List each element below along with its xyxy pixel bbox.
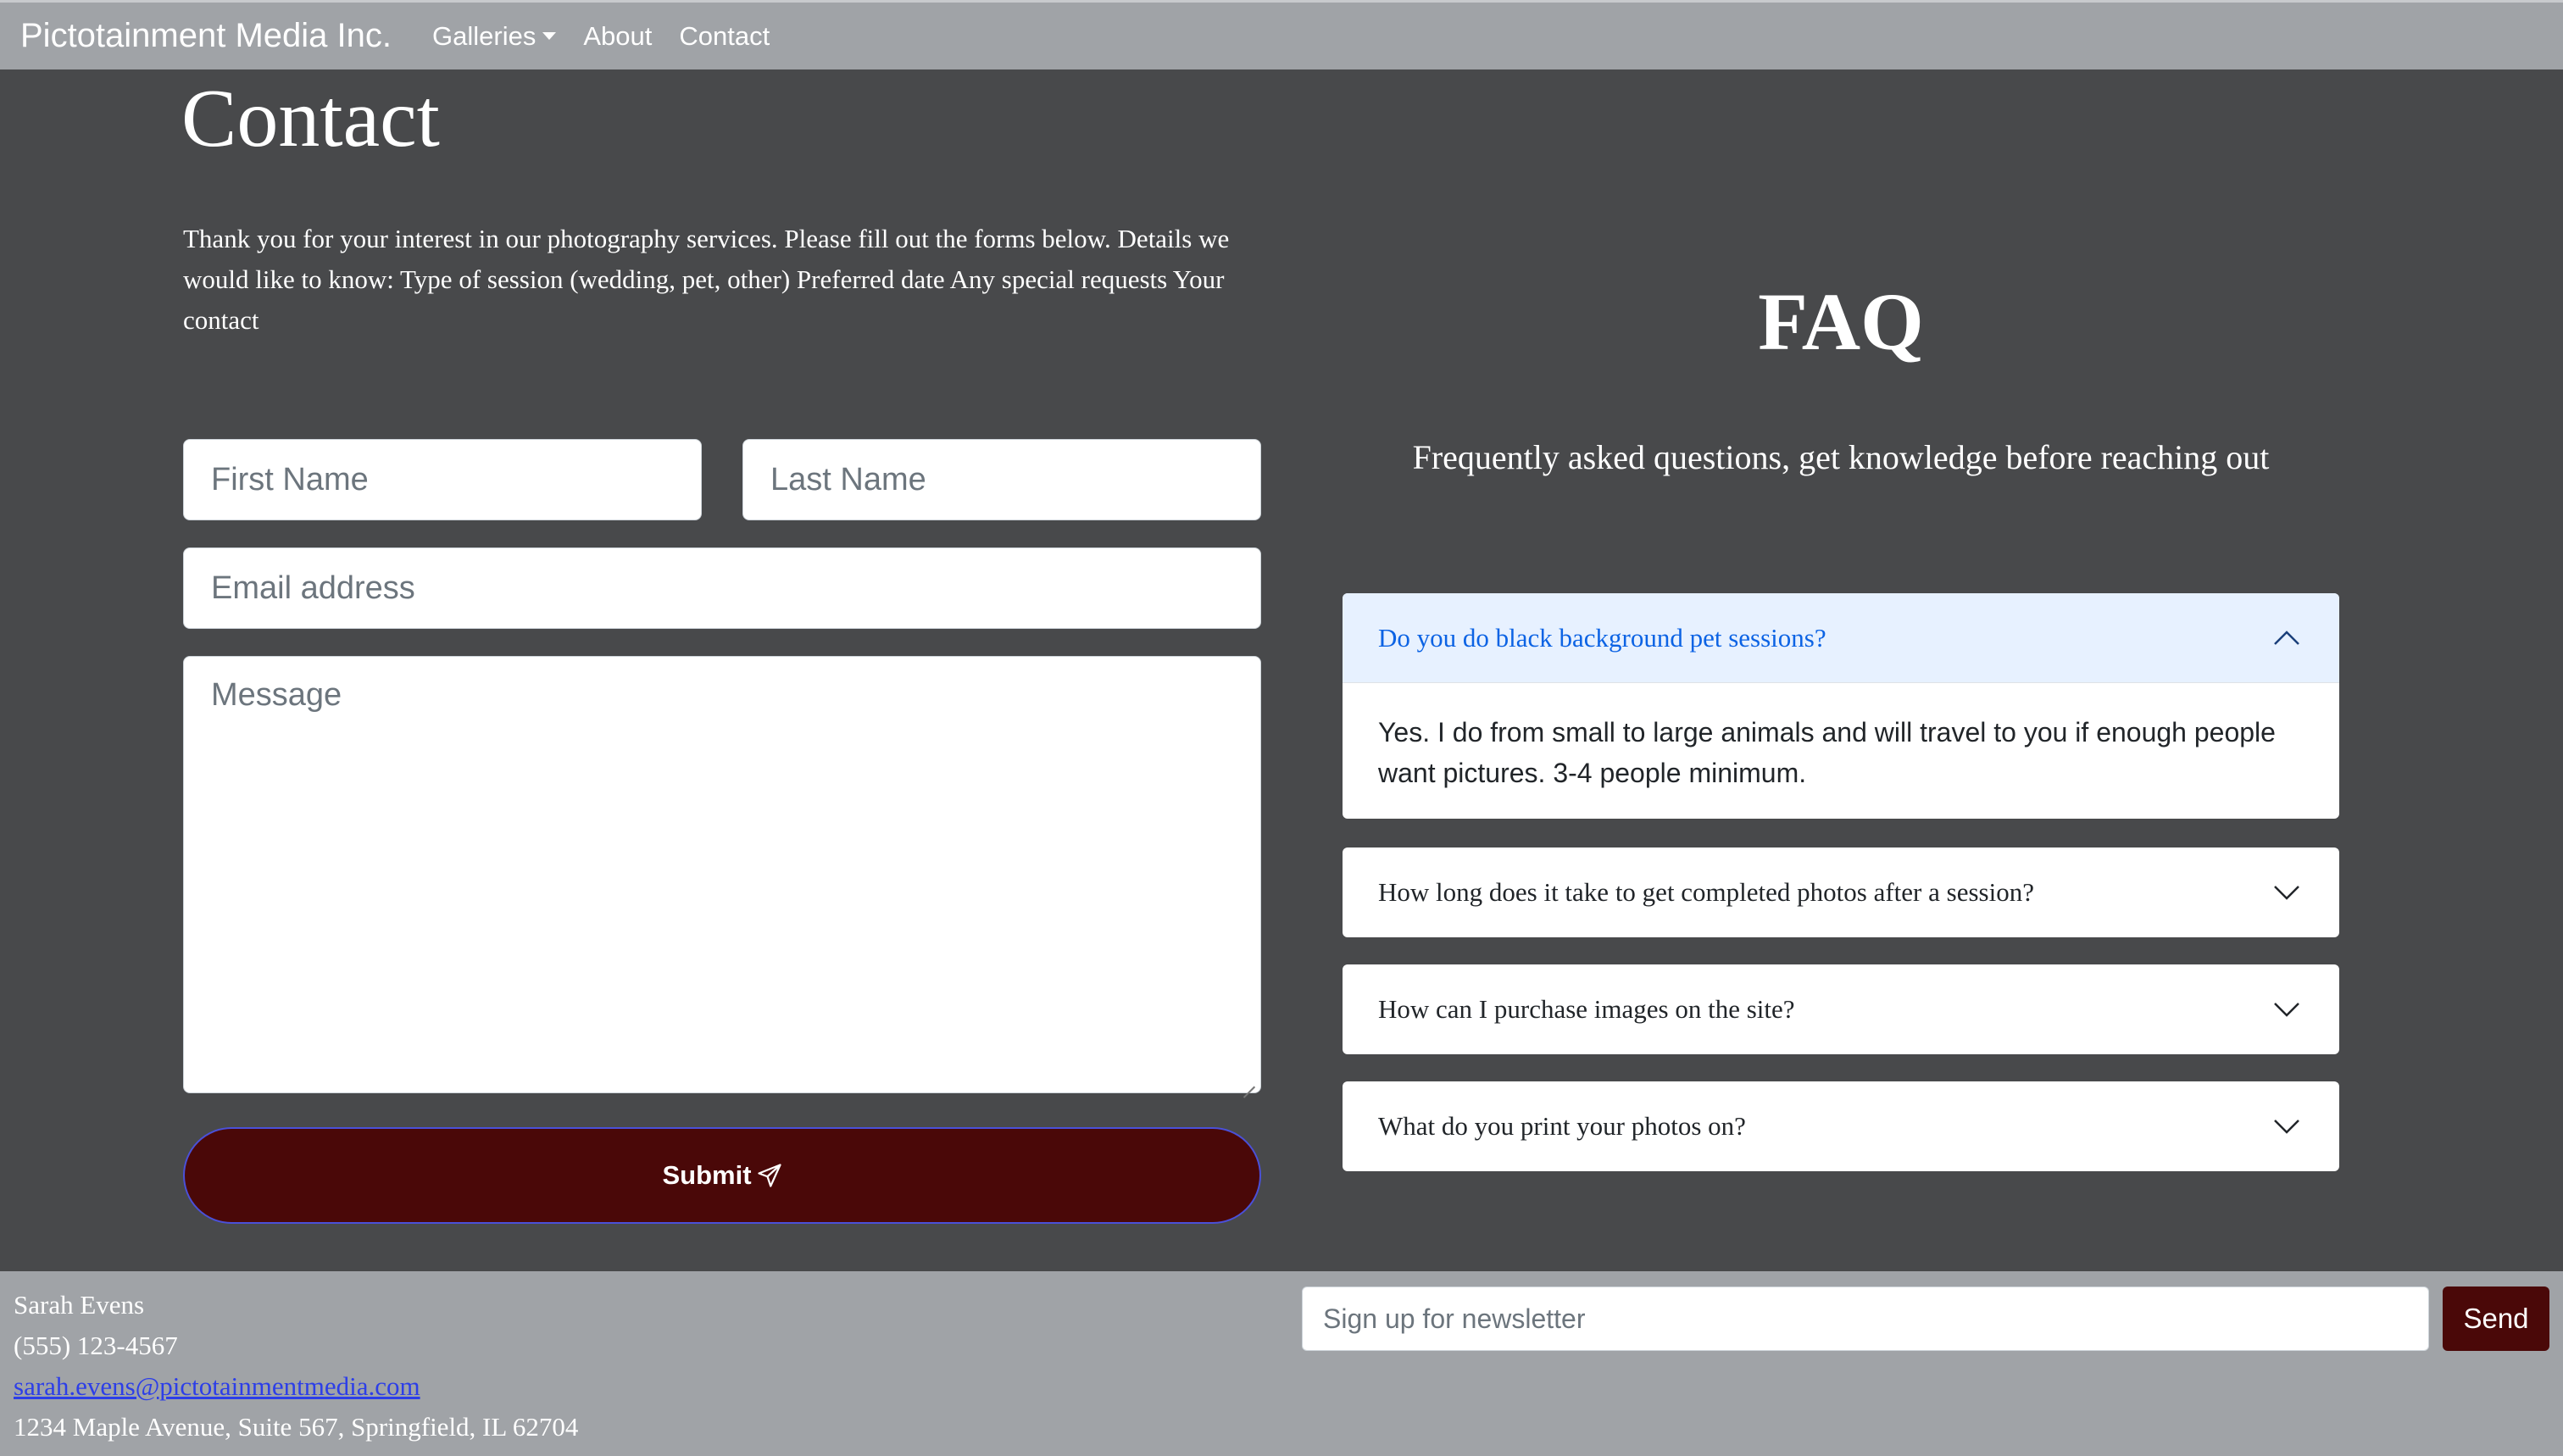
footer-email-link[interactable]: sarah.evens@pictotainmentmedia.com	[14, 1366, 420, 1407]
nav-galleries-label: Galleries	[432, 20, 537, 51]
footer-phone: (555) 123-4567	[14, 1331, 178, 1360]
chevron-down-icon	[2274, 886, 2299, 900]
faq-item: How long does it take to get completed p…	[1343, 847, 2339, 937]
nav-galleries-dropdown[interactable]: Galleries	[432, 20, 557, 52]
page-title: Contact	[181, 73, 440, 164]
send-button[interactable]: Send	[2443, 1287, 2549, 1351]
last-name-input[interactable]: Last Name	[742, 439, 1261, 520]
nav-contact-link[interactable]: Contact	[679, 21, 770, 52]
resize-handle-icon[interactable]	[1240, 1072, 1255, 1087]
newsletter-placeholder: Sign up for newsletter	[1323, 1303, 1586, 1334]
faq-answer-text: Yes. I do from small to large animals an…	[1378, 717, 2276, 788]
faq-question-text: Do you do black background pet sessions?	[1378, 622, 1826, 653]
submit-button[interactable]: Submit	[183, 1127, 1261, 1224]
faq-question-button[interactable]: How long does it take to get completed p…	[1343, 847, 2339, 937]
faq-item: Do you do black background pet sessions?…	[1343, 593, 2339, 819]
faq-item: What do you print your photos on?	[1343, 1081, 2339, 1171]
first-name-input[interactable]: First Name	[183, 439, 702, 520]
message-placeholder: Message	[211, 677, 342, 713]
email-input[interactable]: Email address	[183, 547, 1261, 629]
faq-question-button[interactable]: How can I purchase images on the site?	[1343, 964, 2339, 1054]
faq-subtitle: Frequently asked questions, get knowledg…	[1412, 438, 2270, 476]
faq-question-text: What do you print your photos on?	[1378, 1111, 1746, 1141]
email-placeholder: Email address	[211, 570, 415, 606]
faq-question-button[interactable]: What do you print your photos on?	[1343, 1081, 2339, 1171]
caret-down-icon	[542, 32, 557, 40]
faq-question-button[interactable]: Do you do black background pet sessions?	[1343, 593, 2339, 683]
footer-contact-name: Sarah Evens	[14, 1290, 145, 1320]
faq-item: How can I purchase images on the site?	[1343, 964, 2339, 1054]
chevron-up-icon	[2274, 630, 2299, 645]
chevron-down-icon	[2274, 1003, 2299, 1017]
submit-label: Submit	[662, 1160, 752, 1190]
faq-title: FAQ	[1758, 276, 1924, 367]
last-name-placeholder: Last Name	[770, 461, 926, 497]
first-name-placeholder: First Name	[211, 461, 369, 497]
faq-question-text: How can I purchase images on the site?	[1378, 994, 1795, 1024]
faq-question-text: How long does it take to get completed p…	[1378, 877, 2034, 907]
message-textarea[interactable]: Message	[183, 656, 1261, 1093]
nav-about-link[interactable]: About	[583, 21, 652, 52]
top-navbar: Pictotainment Media Inc. Galleries About…	[0, 0, 2563, 69]
newsletter-input[interactable]: Sign up for newsletter	[1302, 1287, 2429, 1351]
footer-address: 1234 Maple Avenue, Suite 567, Springfiel…	[14, 1412, 579, 1442]
chevron-down-icon	[2274, 1120, 2299, 1134]
send-plane-icon	[757, 1164, 781, 1187]
contact-intro-text: Thank you for your interest in our photo…	[183, 224, 1230, 335]
brand-logo-link[interactable]: Pictotainment Media Inc.	[20, 17, 392, 55]
